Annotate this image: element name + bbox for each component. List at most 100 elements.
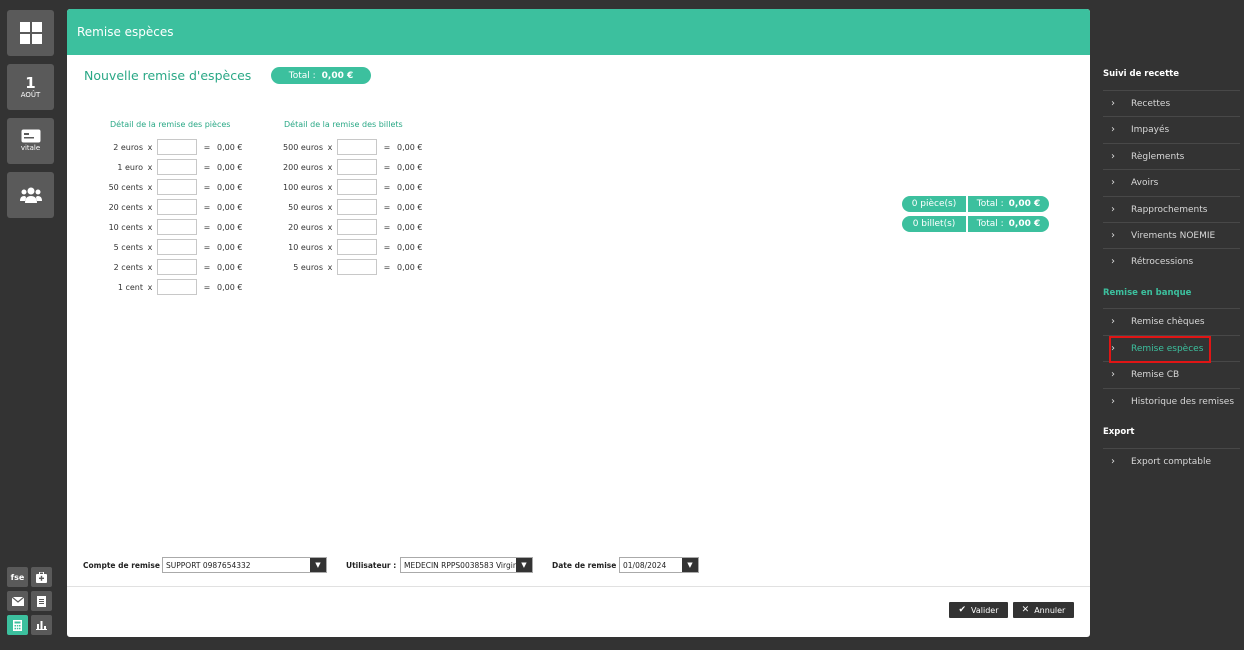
quantity-input[interactable] xyxy=(337,259,377,275)
multiply-sign: x xyxy=(327,242,333,252)
document-button[interactable] xyxy=(31,591,52,611)
account-select[interactable]: SUPPORT 0987654332 ▼ xyxy=(162,557,327,573)
user-select[interactable]: MEDECIN RPPS0038583 Virginie ▼ xyxy=(400,557,533,573)
equals-sign: = xyxy=(203,262,211,272)
fse-label: fse xyxy=(10,572,25,582)
subtotal-value: 0,00 € xyxy=(397,202,423,212)
sidebar-item-label: Export comptable xyxy=(1131,456,1212,467)
subtotal-value: 0,00 € xyxy=(397,182,423,192)
chevron-right-icon: › xyxy=(1111,396,1115,407)
coins-row: 2 cents x = 0,00 € xyxy=(88,258,242,276)
panel-header: Remise espèces xyxy=(67,9,1090,55)
cancel-button[interactable]: ✕ Annuler xyxy=(1013,602,1074,618)
subtotal-value: 0,00 € xyxy=(217,182,243,192)
quantity-input[interactable] xyxy=(337,199,377,215)
denomination-label: 1 euro xyxy=(117,162,143,172)
coins-row: 2 euros x = 0,00 € xyxy=(88,138,242,156)
user-label: Utilisateur : xyxy=(346,561,397,570)
chevron-right-icon: › xyxy=(1111,456,1115,467)
sidebar-item-remise-cheques[interactable]: › Remise chèques xyxy=(1103,308,1240,334)
sidebar-item-retrocessions[interactable]: › Rétrocessions xyxy=(1103,248,1240,274)
sidebar-item-reglements[interactable]: › Règlements xyxy=(1103,143,1240,169)
subtotal-value: 0,00 € xyxy=(397,222,423,232)
validate-button[interactable]: ✔ Valider xyxy=(949,602,1008,618)
sidebar-item-label: Historique des remises xyxy=(1131,396,1235,407)
mail-button[interactable] xyxy=(7,591,28,611)
quantity-input[interactable] xyxy=(157,239,197,255)
vitale-button[interactable]: vitale xyxy=(7,118,54,164)
quantity-input[interactable] xyxy=(337,179,377,195)
quantity-input[interactable] xyxy=(157,219,197,235)
quantity-input[interactable] xyxy=(157,139,197,155)
sidebar-item-avoirs[interactable]: › Avoirs xyxy=(1103,169,1240,195)
fse-button[interactable]: fse xyxy=(7,567,28,587)
notes-total: Total : 0,00 € xyxy=(968,216,1049,232)
date-value: 01/08/2024 xyxy=(623,560,667,570)
patients-button[interactable] xyxy=(7,172,54,218)
document-icon xyxy=(37,595,46,607)
denomination-label: 50 euros xyxy=(288,202,323,212)
sidebar-item-impayes[interactable]: › Impayés xyxy=(1103,116,1240,142)
quantity-input[interactable] xyxy=(337,239,377,255)
quantity-input[interactable] xyxy=(157,259,197,275)
denomination-label: 50 cents xyxy=(108,182,143,192)
notes-row: 50 euros x = 0,00 € xyxy=(268,198,422,216)
quantity-input[interactable] xyxy=(337,139,377,155)
coins-row: 20 cents x = 0,00 € xyxy=(88,198,242,216)
account-label: Compte de remise : xyxy=(83,561,166,570)
denomination-label: 200 euros xyxy=(283,162,323,172)
users-icon xyxy=(19,187,42,203)
user-value: MEDECIN RPPS0038583 Virginie xyxy=(404,560,516,570)
sidebar-item-rapprochements[interactable]: › Rapprochements xyxy=(1103,196,1240,222)
calendar-button[interactable]: 1 AOÛT xyxy=(7,64,54,110)
notes-row: 10 euros x = 0,00 € xyxy=(268,238,422,256)
sidebar-item-recettes[interactable]: › Recettes xyxy=(1103,90,1240,116)
multiply-sign: x xyxy=(327,222,333,232)
section-title-suivi: Suivi de recette xyxy=(1103,69,1179,79)
subtotal-value: 0,00 € xyxy=(397,142,423,152)
quantity-input[interactable] xyxy=(337,219,377,235)
multiply-sign: x xyxy=(147,142,153,152)
equals-sign: = xyxy=(203,202,211,212)
equals-sign: = xyxy=(383,142,391,152)
validate-label: Valider xyxy=(971,605,999,615)
multiply-sign: x xyxy=(327,202,333,212)
stats-button[interactable] xyxy=(31,615,52,635)
quantity-input[interactable] xyxy=(157,179,197,195)
quantity-input[interactable] xyxy=(157,279,197,295)
denomination-label: 20 cents xyxy=(108,202,143,212)
equals-sign: = xyxy=(203,182,211,192)
multiply-sign: x xyxy=(327,262,333,272)
multiply-sign: x xyxy=(147,202,153,212)
sidebar-item-remise-cb[interactable]: › Remise CB xyxy=(1103,361,1240,387)
notes-count: 0 billet(s) xyxy=(902,216,966,232)
multiply-sign: x xyxy=(147,282,153,292)
sidebar-item-label: Recettes xyxy=(1131,98,1171,109)
medical-bag-button[interactable] xyxy=(31,567,52,587)
section-title-export: Export xyxy=(1103,427,1135,437)
calculator-button[interactable] xyxy=(7,615,28,635)
sidebar-item-label: Remise chèques xyxy=(1131,316,1205,327)
quantity-input[interactable] xyxy=(337,159,377,175)
subtotal-value: 0,00 € xyxy=(397,242,423,252)
chevron-right-icon: › xyxy=(1111,230,1115,241)
quantity-input[interactable] xyxy=(157,159,197,175)
coins-row: 10 cents x = 0,00 € xyxy=(88,218,242,236)
dashboard-button[interactable] xyxy=(7,10,54,56)
sidebar-item-virements-noemie[interactable]: › Virements NOEMIE xyxy=(1103,222,1240,248)
multiply-sign: x xyxy=(147,222,153,232)
sidebar-item-historique-remises[interactable]: › Historique des remises xyxy=(1103,388,1240,414)
date-select[interactable]: 01/08/2024 ▼ xyxy=(619,557,699,573)
notes-summary: 0 billet(s) Total : 0,00 € xyxy=(902,216,1049,232)
quantity-input[interactable] xyxy=(157,199,197,215)
chevron-down-icon: ▼ xyxy=(682,558,698,572)
vitale-card-icon xyxy=(21,129,40,143)
coins-count: 0 pièce(s) xyxy=(902,196,966,212)
chevron-right-icon: › xyxy=(1111,256,1115,267)
denomination-label: 20 euros xyxy=(288,222,323,232)
chevron-right-icon: › xyxy=(1111,151,1115,162)
chevron-right-icon: › xyxy=(1111,369,1115,380)
sidebar-item-export-comptable[interactable]: › Export comptable xyxy=(1103,448,1240,474)
check-icon: ✔ xyxy=(958,605,967,615)
sidebar-item-label: Rétrocessions xyxy=(1131,256,1194,267)
